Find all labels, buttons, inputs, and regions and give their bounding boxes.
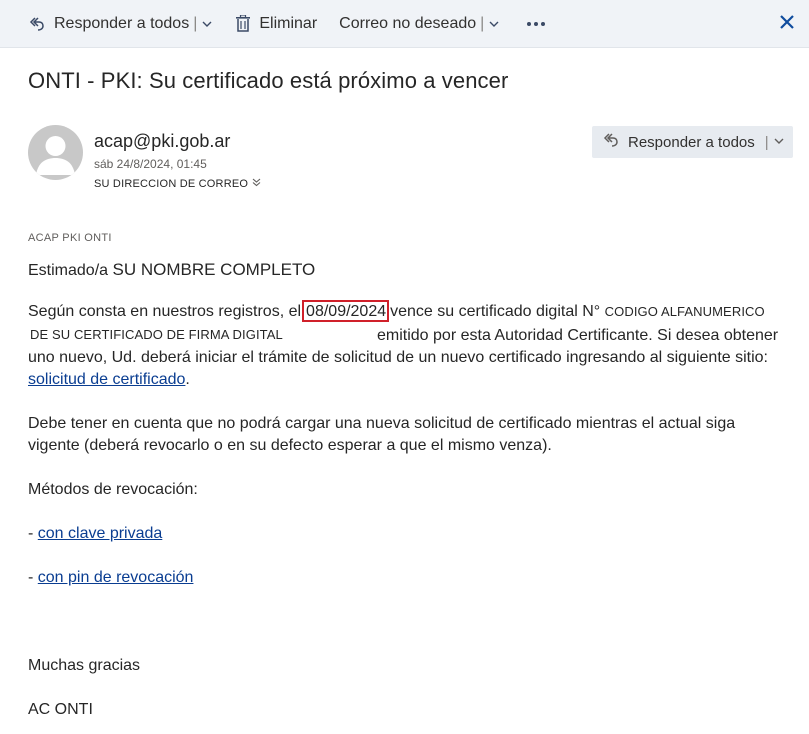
greeting: Estimado/a SU NOMBRE COMPLETO: [28, 260, 315, 280]
reply-all-icon: [602, 131, 620, 153]
separator: |: [480, 14, 485, 32]
chevron-double-down-icon: [248, 178, 261, 190]
more-options-button[interactable]: [526, 0, 546, 48]
revocation-pin-link[interactable]: con pin de revocación: [38, 569, 194, 586]
recipient-name: SU NOMBRE COMPLETO: [112, 260, 316, 279]
separator: |: [193, 14, 198, 32]
email-subject: ONTI - PKI: Su certificado está próximo …: [28, 68, 509, 93]
text: vence su certificado digital N°: [390, 303, 601, 320]
method-item: - con pin de revocación: [28, 569, 193, 587]
paragraph-line: solicitud de certificado.: [28, 371, 190, 389]
chevron-down-icon[interactable]: [773, 134, 785, 151]
junk-label: Correo no deseado: [339, 14, 477, 32]
avatar: [28, 125, 83, 180]
text: Según consta en nuestros registros, el: [28, 303, 302, 320]
dash: -: [28, 525, 34, 542]
recipient-label: SU DIRECCION DE CORREO: [94, 178, 249, 190]
sender-organization: ACAP PKI ONTI: [28, 232, 112, 244]
methods-title: Métodos de revocación:: [28, 481, 198, 498]
text: Debe tener en cuenta que no podrá cargar…: [28, 415, 736, 432]
paragraph-line: emitido por esta Autoridad Certificante.…: [377, 327, 778, 345]
reply-all-label: Responder a todos: [628, 133, 755, 151]
closing-thanks: Muchas gracias: [28, 657, 141, 674]
paragraph-line: uno nuevo, Ud. deberá iniciar el trámite…: [28, 349, 768, 367]
text: uno nuevo, Ud. deberá iniciar el trámite…: [28, 349, 768, 366]
email-date: sáb 24/8/2024, 01:45: [94, 157, 207, 171]
expiry-date-highlight: 08/09/2024: [302, 300, 390, 322]
dash: -: [28, 569, 34, 586]
reply-all-button[interactable]: Responder a todos |: [28, 0, 213, 48]
close-icon: [779, 14, 795, 35]
sender-email[interactable]: acap@pki.gob.ar: [94, 131, 230, 152]
method-item: - con clave privada: [28, 525, 162, 543]
trash-icon: [235, 14, 251, 33]
greeting-prefix: Estimado/a: [28, 262, 109, 279]
chevron-down-icon[interactable]: [201, 18, 213, 30]
signature: AC ONTI: [28, 701, 93, 718]
reply-all-icon: [28, 15, 46, 33]
close-button[interactable]: [779, 0, 795, 48]
paragraph-line: vigente (deberá revocarlo o en su defect…: [28, 437, 552, 455]
reply-all-header-button[interactable]: Responder a todos |: [592, 126, 793, 158]
text: .: [185, 371, 190, 388]
junk-button[interactable]: Correo no deseado |: [339, 0, 500, 48]
private-key-link[interactable]: con clave privada: [38, 525, 163, 542]
recipient-field[interactable]: SU DIRECCION DE CORREO: [94, 178, 261, 190]
paragraph-line: Debe tener en cuenta que no podrá cargar…: [28, 415, 735, 433]
certificate-request-link[interactable]: solicitud de certificado: [28, 371, 185, 388]
text: vigente (deberá revocarlo o en su defect…: [28, 437, 552, 454]
text: emitido por esta Autoridad Certificante.…: [377, 327, 779, 344]
separator: |: [764, 133, 769, 151]
paragraph-line: Según consta en nuestros registros, el 08…: [28, 300, 765, 322]
certificate-code: CODIGO ALFANUMERICO: [604, 304, 765, 319]
paragraph-line: DE SU CERTIFICADO DE FIRMA DIGITAL: [30, 326, 283, 344]
delete-button[interactable]: Eliminar: [235, 0, 317, 48]
chevron-down-icon[interactable]: [488, 18, 500, 30]
command-bar: Responder a todos | Eliminar Correo no d…: [0, 0, 809, 48]
more-icon: [526, 21, 546, 27]
delete-label: Eliminar: [259, 14, 318, 32]
reply-all-label: Responder a todos: [54, 14, 190, 32]
certificate-code: DE SU CERTIFICADO DE FIRMA DIGITAL: [30, 327, 283, 342]
